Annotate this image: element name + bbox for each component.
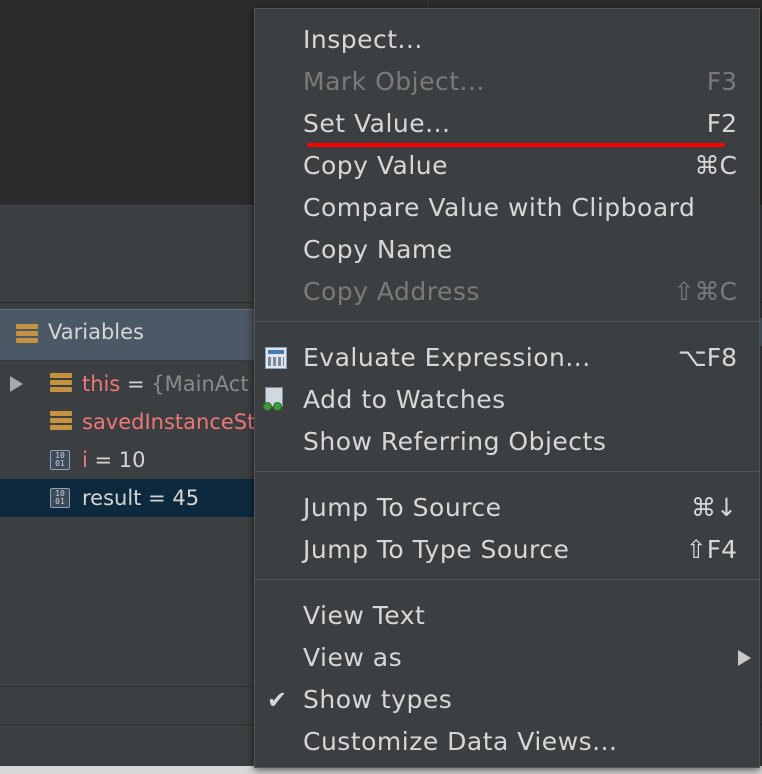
variable-name: result [82, 486, 142, 510]
menu-item-shortcut: F2 [706, 109, 737, 138]
variable-value: {MainAct [151, 372, 249, 396]
menu-item-label: Add to Watches [303, 385, 506, 414]
variable-row-savedinstancestate[interactable]: savedInstanceSta [0, 403, 270, 441]
context-menu: Inspect... Mark Object... F3 Set Value..… [254, 8, 760, 768]
menu-item-label: Show types [303, 685, 453, 714]
variable-equals: = [87, 448, 119, 472]
menu-item-label: Copy Address [303, 277, 480, 306]
menu-item-shortcut: ⌘↓ [691, 493, 737, 522]
menu-item-label: Set Value... [303, 109, 451, 138]
variables-stack-icon [16, 323, 38, 345]
menu-item-label: Inspect... [303, 25, 423, 54]
object-stack-icon [50, 372, 72, 394]
menu-item-copy-value[interactable]: Copy Value ⌘C [255, 145, 761, 187]
variable-equals: = [120, 372, 152, 396]
menu-item-shortcut: ⇧F4 [685, 535, 737, 564]
variable-row-i[interactable]: 10 01 i = 10 [0, 441, 270, 479]
variable-value: 10 [118, 448, 146, 472]
menu-item-shortcut: ⌥F8 [677, 343, 737, 372]
variables-panel-header[interactable]: Variables [0, 309, 270, 361]
menu-item-shortcut: F3 [706, 67, 737, 96]
menu-separator [255, 579, 759, 580]
menu-item-set-value[interactable]: Set Value... F2 [255, 103, 761, 145]
watch-glasses-icon [263, 387, 289, 413]
expand-arrow-icon[interactable] [10, 376, 23, 392]
menu-item-label: Copy Value [303, 151, 449, 180]
menu-item-label: Copy Name [303, 235, 453, 264]
menu-item-label: Customize Data Views... [303, 727, 618, 756]
menu-item-label: Jump To Type Source [303, 535, 570, 564]
menu-item-jump-to-type-source[interactable]: Jump To Type Source ⇧F4 [255, 529, 761, 571]
menu-item-add-to-watches[interactable]: Add to Watches [255, 379, 761, 421]
menu-item-label: Jump To Source [303, 493, 502, 522]
menu-item-label: Show Referring Objects [303, 427, 607, 456]
object-stack-icon [50, 410, 72, 432]
menu-item-compare-value[interactable]: Compare Value with Clipboard [255, 187, 761, 229]
menu-item-evaluate-expression[interactable]: Evaluate Expression... ⌥F8 [255, 337, 761, 379]
menu-separator [255, 321, 759, 322]
menu-item-mark-object[interactable]: Mark Object... F3 [255, 61, 761, 103]
menu-separator [255, 471, 759, 472]
menu-item-label: Compare Value with Clipboard [303, 193, 696, 222]
checkmark-icon: ✔ [267, 686, 288, 714]
menu-item-copy-name[interactable]: Copy Name [255, 229, 761, 271]
calculator-icon [265, 347, 287, 369]
menu-item-show-referring-objects[interactable]: Show Referring Objects [255, 421, 761, 463]
menu-item-label: Evaluate Expression... [303, 343, 591, 372]
menu-item-show-types[interactable]: ✔ Show types [255, 679, 761, 721]
menu-item-label: View as [303, 643, 403, 672]
variable-value: 45 [172, 486, 200, 510]
menu-item-shortcut: ⇧⌘C [673, 277, 737, 306]
variable-name: this [82, 372, 121, 396]
variable-equals: = [141, 486, 173, 510]
menu-item-customize-data-views[interactable]: Customize Data Views... [255, 721, 761, 763]
menu-item-shortcut: ⌘C [694, 151, 737, 180]
variables-title: Variables [48, 320, 144, 344]
menu-item-view-text[interactable]: View Text [255, 595, 761, 637]
primitive-binary-icon: 10 01 [50, 488, 70, 508]
variable-name: savedInstanceSta [82, 410, 269, 434]
variable-row-result[interactable]: 10 01 result = 45 [0, 479, 270, 517]
menu-item-inspect[interactable]: Inspect... [255, 19, 761, 61]
primitive-binary-icon: 10 01 [50, 450, 70, 470]
menu-item-label: View Text [303, 601, 426, 630]
menu-item-copy-address[interactable]: Copy Address ⇧⌘C [255, 271, 761, 313]
variable-row-this[interactable]: this = {MainAct [0, 365, 270, 403]
submenu-arrow-icon [738, 650, 751, 666]
menu-item-jump-to-source[interactable]: Jump To Source ⌘↓ [255, 487, 761, 529]
menu-item-view-as[interactable]: View as [255, 637, 761, 679]
menu-item-label: Mark Object... [303, 67, 485, 96]
